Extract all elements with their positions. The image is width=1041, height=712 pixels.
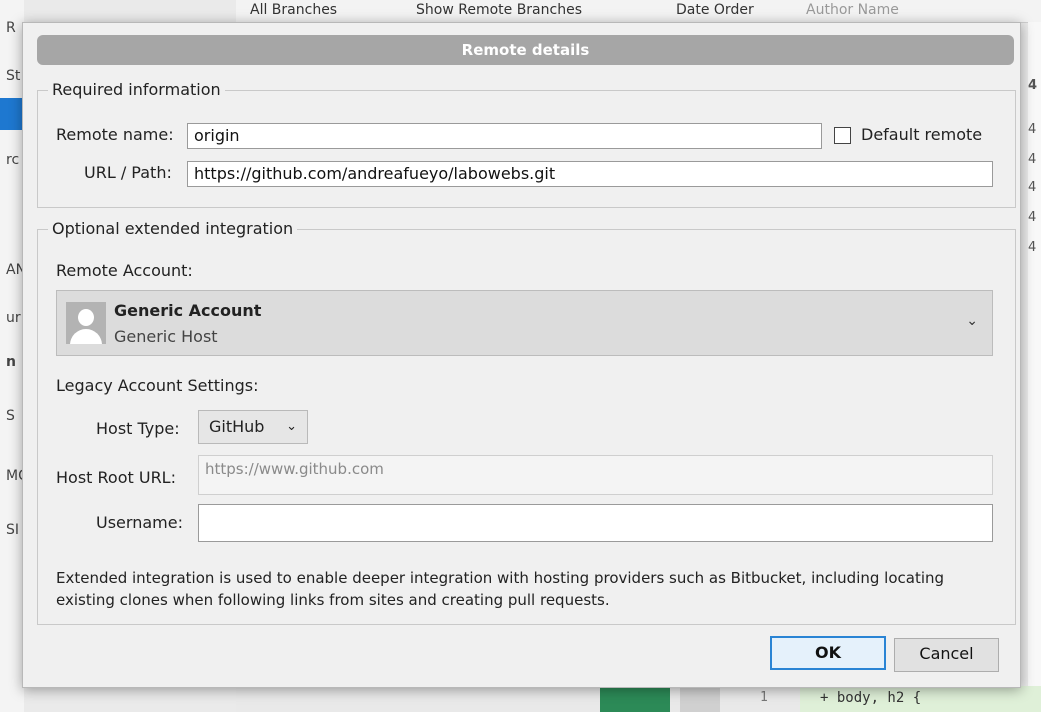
bg-char: 4 (1028, 210, 1037, 225)
remote-name-label: Remote name: (56, 125, 174, 144)
required-information-group: Required information (37, 80, 1016, 208)
bg-char: rc (6, 152, 20, 168)
bg-char: 4 (1028, 180, 1037, 195)
bg-char: 4 (1028, 122, 1037, 137)
bg-char: R (6, 20, 16, 36)
background-code-text: + body, h2 { (820, 690, 922, 706)
default-remote-label: Default remote (861, 125, 983, 144)
account-name: Generic Account (114, 301, 262, 320)
background-left-panel: R St rc AN ur n S MC SI (0, 0, 28, 712)
host-type-value: GitHub (209, 417, 265, 436)
bg-toolbar-order[interactable]: Date Order (676, 2, 754, 18)
background-toolbar: All Branches Show Remote Branches Date O… (236, 0, 1041, 23)
optional-integration-legend: Optional extended integration (48, 219, 298, 238)
background-gutter (680, 686, 720, 712)
remote-account-label: Remote Account: (56, 261, 193, 280)
bg-char: St (6, 68, 21, 84)
bg-char: ur (6, 310, 21, 326)
url-path-label: URL / Path: (84, 163, 172, 182)
username-input[interactable] (198, 504, 993, 542)
bg-char: n (6, 354, 16, 370)
integration-note: Extended integration is used to enable d… (56, 569, 945, 609)
remote-account-dropdown[interactable]: Generic Account Generic Host ⌄ (56, 290, 993, 356)
optional-extended-integration-group: Optional extended integration (37, 219, 1016, 625)
bg-char: S (6, 408, 15, 424)
cancel-button[interactable]: Cancel (894, 638, 999, 672)
chevron-down-icon: ⌄ (966, 313, 978, 329)
ok-button[interactable]: OK (770, 636, 886, 670)
legacy-account-settings-label: Legacy Account Settings: (56, 376, 259, 395)
bg-toolbar-branches[interactable]: All Branches (250, 2, 337, 18)
avatar-head (78, 309, 94, 326)
background-right-column: 4 4 4 4 4 4 (1028, 22, 1041, 712)
username-label: Username: (96, 513, 183, 532)
host-root-url-label: Host Root URL: (56, 468, 176, 487)
bg-char: 4 (1028, 240, 1037, 255)
bg-char: SI (6, 522, 20, 538)
bg-toolbar-author[interactable]: Author Name (806, 2, 899, 18)
background-line-number: 1 (760, 690, 768, 705)
avatar (66, 302, 106, 344)
url-path-input[interactable]: https://github.com/andreafueyo/labowebs.… (187, 161, 993, 187)
host-type-label: Host Type: (96, 419, 180, 438)
required-information-legend: Required information (48, 80, 225, 99)
chevron-down-icon: ⌄ (286, 419, 297, 434)
avatar-shoulders (70, 329, 102, 344)
background-diff-graphic (600, 686, 670, 712)
account-host: Generic Host (114, 327, 218, 346)
bg-char: 4 (1028, 78, 1038, 93)
dialog-title: Remote details (37, 35, 1014, 65)
bg-char: 4 (1028, 152, 1037, 167)
host-root-url-input[interactable]: https://www.github.com (198, 455, 993, 495)
background-selected-row (0, 98, 24, 130)
bg-toolbar-remote-branches[interactable]: Show Remote Branches (416, 2, 582, 18)
default-remote-checkbox[interactable] (834, 127, 851, 144)
remote-name-input[interactable]: origin (187, 123, 822, 149)
remote-details-dialog: Remote details Required information Remo… (22, 22, 1021, 688)
host-type-select[interactable]: GitHub ⌄ (198, 410, 308, 444)
